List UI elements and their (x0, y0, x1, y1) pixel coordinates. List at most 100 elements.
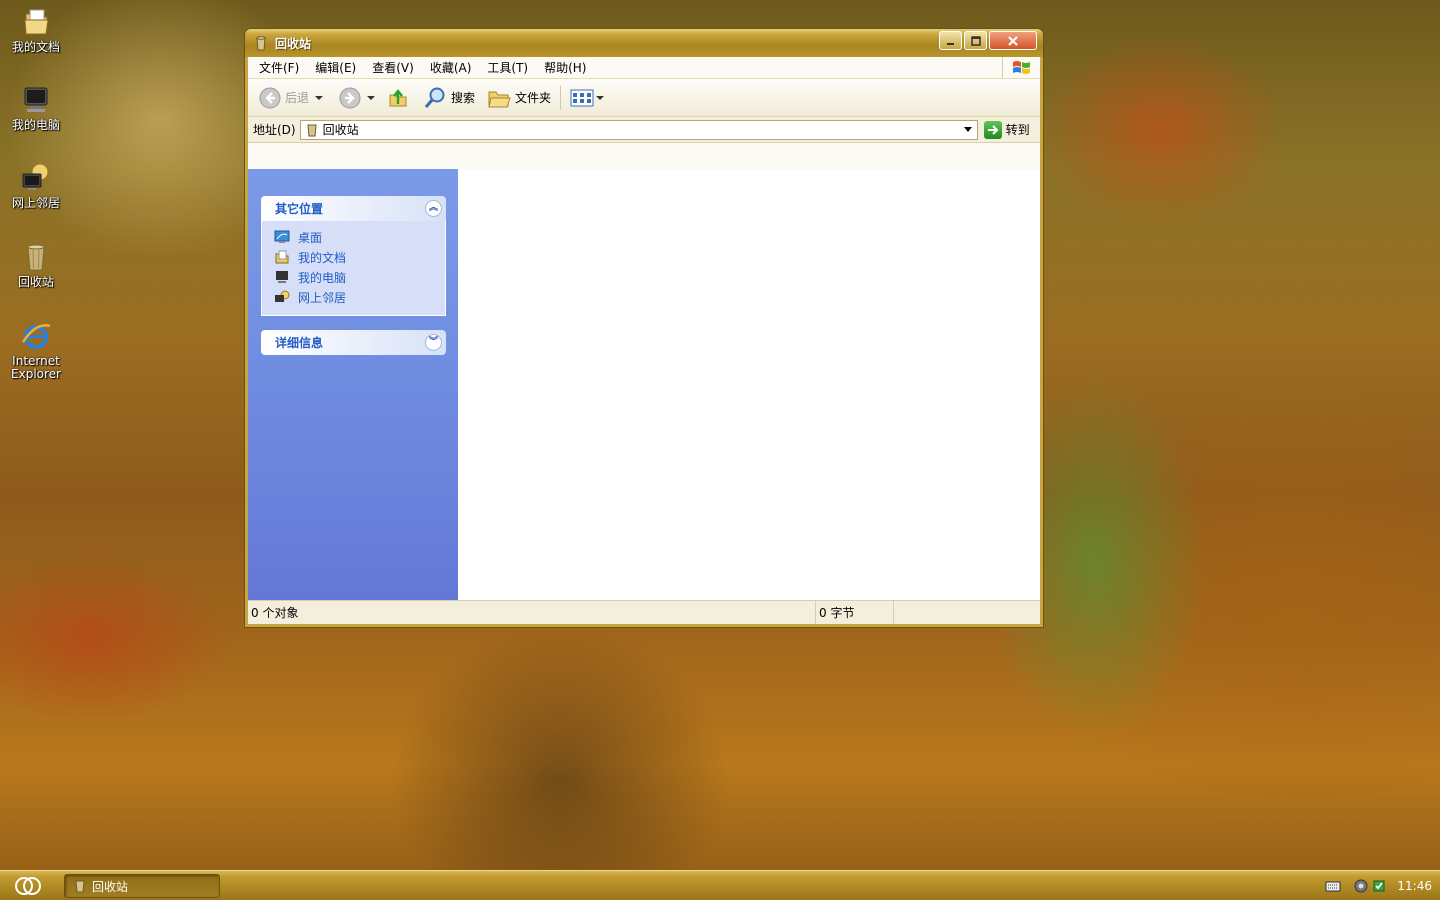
address-label: 地址(D) (253, 123, 296, 137)
place-link-label: 桌面 (298, 230, 323, 245)
start-orb-icon (15, 877, 41, 895)
desktop-icon (274, 230, 290, 243)
desktop-icon-label: 网上邻居 (11, 196, 60, 210)
taskbar-button-recycle-bin[interactable]: 回收站 (64, 874, 220, 898)
place-link-desktop[interactable]: 桌面 (274, 227, 445, 247)
maximize-button[interactable] (964, 31, 987, 50)
file-list-area[interactable] (458, 169, 1040, 600)
minimize-icon (946, 42, 954, 45)
menu-view[interactable]: 查看(V) (364, 57, 422, 79)
start-button[interactable] (8, 874, 48, 898)
minimize-button[interactable] (939, 31, 962, 50)
security-shield-icon[interactable] (1353, 878, 1369, 894)
go-arrow-icon (983, 120, 1002, 139)
toolbar: 后退 搜索 文件夹 (248, 79, 1040, 117)
expand-chevron-icon[interactable]: ︾ (425, 334, 442, 351)
views-icon (570, 89, 594, 106)
network-places-icon (22, 163, 49, 190)
search-label: 搜索 (451, 91, 476, 105)
place-link-my-documents[interactable]: 我的文档 (274, 247, 445, 267)
up-folder-button[interactable] (384, 83, 412, 113)
collapse-chevron-icon[interactable]: ︽ (425, 200, 442, 217)
address-bar: 地址(D) 回收站 转到 (248, 117, 1040, 143)
menu-tools[interactable]: 工具(T) (479, 57, 536, 79)
other-places-header[interactable]: 其它位置 ︽ (261, 196, 446, 221)
other-places-body: 桌面 我的文档 我的电脑 网上邻居 (261, 221, 446, 316)
desktop-icon-my-documents[interactable]: 我的文档 (4, 6, 68, 54)
close-icon (1008, 35, 1018, 46)
maximize-icon (970, 35, 981, 46)
content-area: 其它位置 ︽ 桌面 我的文档 我的电脑 网上邻居 详细信息 ︾ (248, 169, 1040, 600)
recycle-bin-icon (256, 36, 266, 51)
views-dropdown-icon[interactable] (596, 95, 605, 100)
details-panel: 详细信息 ︾ (261, 330, 446, 355)
internet-explorer-icon (21, 324, 51, 349)
my-computer-icon (276, 271, 288, 283)
go-button[interactable]: 转到 (983, 120, 1030, 139)
chevron-down-icon (964, 127, 973, 132)
recycle-bin-icon (75, 880, 85, 893)
recycle-bin-window: 回收站 文件(F) 编辑(E) 查看(V) 收藏(A) 工具(T) 帮助(H) (244, 28, 1044, 628)
desktop-icon-recycle-bin[interactable]: 回收站 (4, 241, 68, 289)
folders-button[interactable]: 文件夹 (484, 83, 554, 113)
search-icon (424, 87, 445, 108)
title-bar[interactable]: 回收站 (245, 29, 1043, 57)
network-places-icon (275, 290, 290, 302)
back-arrow-icon (259, 87, 281, 108)
back-dropdown-icon[interactable] (315, 95, 324, 100)
windows-logo-icon (1002, 57, 1040, 79)
my-documents-icon (275, 250, 289, 264)
my-documents-icon (24, 9, 49, 35)
system-tray: 11:46 (1320, 871, 1440, 900)
close-button[interactable] (989, 31, 1037, 50)
place-link-network[interactable]: 网上邻居 (274, 287, 445, 307)
clock[interactable]: 11:46 (1397, 879, 1432, 893)
menu-file[interactable]: 文件(F) (251, 57, 307, 79)
back-button[interactable]: 后退 (256, 83, 326, 113)
details-header[interactable]: 详细信息 ︾ (261, 330, 446, 355)
recycle-bin-icon (307, 124, 317, 136)
place-link-label: 我的文档 (298, 250, 347, 265)
place-link-label: 我的电脑 (298, 270, 347, 285)
desktop-icon-label: 我的电脑 (11, 118, 60, 132)
desktop-icon-my-computer[interactable]: 我的电脑 (4, 84, 68, 132)
menu-favorites[interactable]: 收藏(A) (422, 57, 480, 79)
up-folder-icon (389, 88, 407, 106)
address-value: 回收站 (322, 123, 359, 137)
desktop-icon-label: 回收站 (17, 275, 54, 289)
toolbar-separator (560, 85, 562, 110)
details-title: 详细信息 (275, 336, 324, 350)
desktop-icon-network[interactable]: 网上邻居 (4, 162, 68, 210)
desktop-icon-internet-explorer[interactable]: Internet Explorer (4, 320, 68, 381)
other-places-panel: 其它位置 ︽ 桌面 我的文档 我的电脑 网上邻居 (261, 196, 446, 316)
status-bar: 0 个对象 0 字节 (248, 600, 1040, 624)
taskbar: 回收站 11:46 (0, 870, 1440, 900)
desktop-icon-label-line2: Explorer (11, 367, 61, 381)
folders-label: 文件夹 (515, 91, 552, 105)
menu-bar: 文件(F) 编辑(E) 查看(V) 收藏(A) 工具(T) 帮助(H) (248, 57, 1040, 79)
status-size: 0 字节 (816, 601, 894, 624)
keyboard-icon[interactable] (1325, 878, 1341, 894)
search-button[interactable]: 搜索 (420, 83, 478, 113)
views-button[interactable] (567, 83, 607, 113)
back-label: 后退 (285, 91, 310, 105)
forward-button[interactable] (336, 83, 378, 113)
window-title: 回收站 (275, 36, 312, 51)
forward-arrow-icon (339, 87, 361, 108)
my-computer-icon (24, 87, 48, 112)
taskbar-button-label: 回收站 (92, 879, 129, 894)
recycle-bin-icon (27, 244, 45, 271)
task-pane: 其它位置 ︽ 桌面 我的文档 我的电脑 网上邻居 详细信息 ︾ (248, 169, 458, 600)
menu-edit[interactable]: 编辑(E) (307, 57, 364, 79)
place-link-label: 网上邻居 (298, 290, 347, 305)
menu-help[interactable]: 帮助(H) (536, 57, 594, 79)
folders-icon (488, 91, 511, 107)
place-link-my-computer[interactable]: 我的电脑 (274, 267, 445, 287)
other-places-title: 其它位置 (275, 202, 324, 216)
address-field[interactable]: 回收站 (299, 119, 978, 140)
address-dropdown-button[interactable] (960, 121, 977, 139)
network-status-icon[interactable] (1371, 878, 1387, 894)
status-object-count: 0 个对象 (248, 601, 816, 624)
forward-dropdown-icon[interactable] (367, 95, 376, 100)
go-label: 转到 (1005, 123, 1030, 137)
